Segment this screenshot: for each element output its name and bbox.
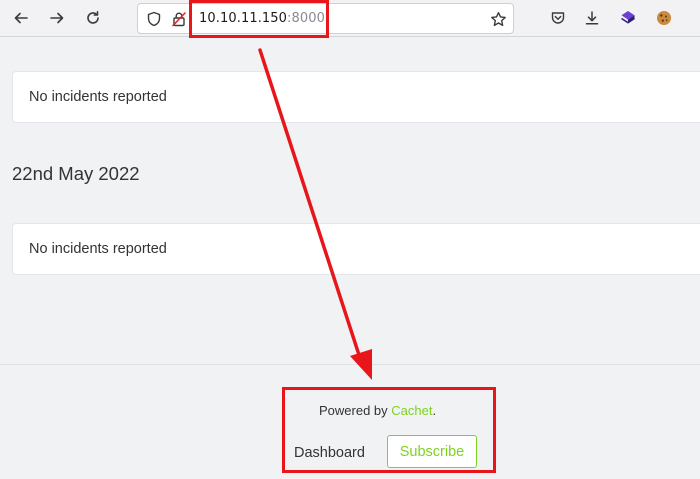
annotation-arrow	[258, 48, 372, 380]
